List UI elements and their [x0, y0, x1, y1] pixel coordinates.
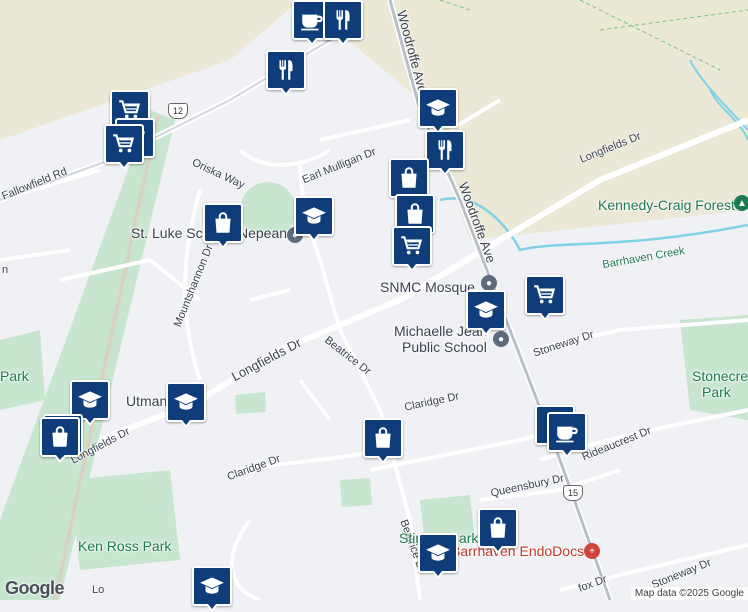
shopping-cart-icon	[111, 131, 137, 157]
map-marker-store[interactable]	[40, 417, 80, 463]
label-kennedy-craig: Kennedy-Craig Forest	[598, 197, 735, 213]
map-marker-school[interactable]	[418, 533, 458, 579]
school-icon	[425, 540, 451, 566]
label-snmc-mosque: SNMC Mosque	[380, 279, 475, 295]
park-small-2	[235, 392, 266, 414]
shopping-bag-icon	[402, 201, 428, 227]
shopping-bag-icon	[210, 210, 236, 236]
school-icon	[77, 387, 103, 413]
label-utman: Utman	[126, 393, 168, 409]
restaurant-icon	[330, 7, 356, 33]
school-icon	[425, 95, 451, 121]
map-marker-restaurant[interactable]	[323, 0, 363, 46]
map-marker-store[interactable]	[363, 418, 403, 464]
map-marker-store[interactable]	[389, 158, 429, 204]
route-15-shield: 15	[563, 485, 583, 501]
school-icon	[301, 203, 327, 229]
map-marker-school[interactable]	[166, 382, 206, 428]
label-stonecrest-1: Stonecre	[692, 368, 748, 384]
map-marker-school[interactable]	[294, 196, 334, 242]
route-12-shield: 12	[168, 103, 188, 119]
map-marker-store[interactable]	[203, 203, 243, 249]
label-left-edge-b: Lo	[92, 584, 105, 596]
shopping-cart-icon	[532, 282, 558, 308]
school-icon	[473, 297, 499, 323]
medical-icon[interactable]: +	[584, 543, 600, 559]
map-marker-school[interactable]	[418, 88, 458, 134]
coffee-icon	[299, 7, 325, 33]
label-michaelle-jean-2: Public School	[402, 339, 487, 355]
google-logo: Google	[5, 578, 65, 598]
shopping-bag-icon	[396, 165, 422, 191]
map-marker-school[interactable]	[466, 290, 506, 336]
map-attribution[interactable]: Map data ©2025 Google	[630, 587, 748, 600]
map-marker-grocery[interactable]	[525, 275, 565, 321]
coffee-icon	[554, 419, 580, 445]
map-marker-restaurant[interactable]	[425, 130, 465, 176]
school-icon	[173, 389, 199, 415]
restaurant-icon	[432, 137, 458, 163]
park-ken-ross	[70, 470, 180, 570]
mosque-icon[interactable]: ●	[481, 275, 497, 291]
map-marker-school[interactable]	[192, 566, 232, 612]
park-poi-icon[interactable]: ▲	[734, 195, 748, 211]
shopping-bag-icon	[485, 515, 511, 541]
label-left-edge-a: n	[2, 264, 9, 276]
shopping-bag-icon	[47, 424, 73, 450]
restaurant-icon	[273, 57, 299, 83]
school-icon	[199, 573, 225, 599]
map-marker-restaurant[interactable]	[266, 50, 306, 96]
label-left-park: Park	[0, 368, 29, 384]
school-poi-icon[interactable]: ●	[493, 331, 509, 347]
map-marker-store[interactable]	[478, 508, 518, 554]
label-stonecrest-2: Park	[702, 384, 731, 400]
label-ken-ross-park: Ken Ross Park	[78, 538, 172, 554]
park-small	[340, 478, 372, 507]
label-nepean: Nepean	[238, 225, 288, 241]
shopping-bag-icon	[370, 425, 396, 451]
